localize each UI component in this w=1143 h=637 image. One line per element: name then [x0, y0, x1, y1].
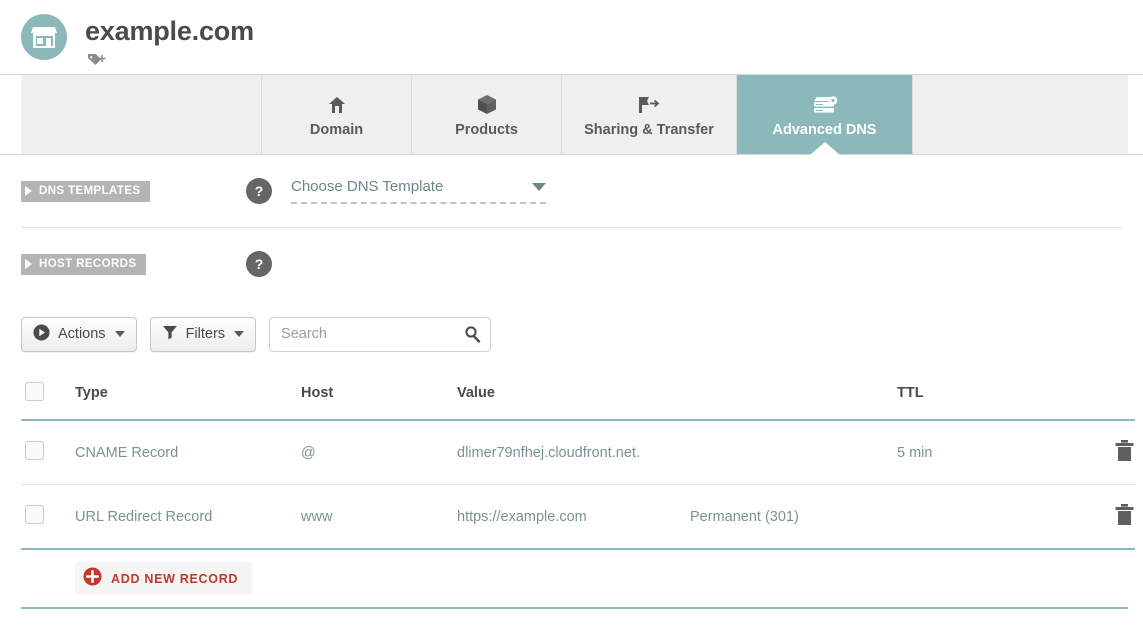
tab-label: Products — [455, 121, 518, 138]
host-records-ribbon: HOST RECORDS — [21, 253, 147, 275]
dns-templates-row: DNS TEMPLATES ? Choose DNS Template — [21, 155, 1122, 227]
play-circle-icon — [33, 324, 50, 345]
host-records-help-slot: ? — [246, 251, 291, 277]
dns-templates-ribbon-slot: DNS TEMPLATES — [21, 180, 246, 202]
column-header-ttl: TTL — [897, 385, 924, 401]
column-header-type: Type — [75, 385, 108, 401]
table-body: CNAME Record @ dlimer79nfhej.cloudfront.… — [21, 420, 1135, 550]
dns-template-select[interactable]: Choose DNS Template — [291, 178, 546, 204]
share-arrow-icon — [636, 92, 662, 118]
page-title: example.com — [85, 16, 254, 46]
cell-extra: Permanent (301) — [690, 484, 897, 550]
delete-record-button[interactable] — [1082, 420, 1135, 485]
page-header: example.com — [0, 0, 1143, 74]
tab-strip: Domain Products Sharing & Transfer Advan… — [21, 75, 1128, 155]
add-new-record-button[interactable]: ADD NEW RECORD — [75, 562, 253, 595]
cell-ttl: 5 min — [897, 420, 1082, 485]
table-header-row: Type Host Value TTL — [21, 367, 1135, 420]
column-header-extra — [690, 367, 897, 420]
delete-record-button[interactable] — [1082, 484, 1135, 550]
tabbar-right-pad — [1128, 75, 1143, 154]
domain-title-block: example.com — [85, 12, 254, 69]
add-record-row: ADD NEW RECORD — [21, 550, 1128, 609]
tab-products[interactable]: Products — [412, 75, 562, 154]
select-all-checkbox[interactable] — [25, 381, 44, 401]
tab-label: Sharing & Transfer — [584, 121, 714, 138]
table-row[interactable]: CNAME Record @ dlimer79nfhej.cloudfront.… — [21, 420, 1135, 485]
search-box[interactable] — [269, 316, 492, 352]
records-toolbar: Actions Filters — [0, 307, 1143, 361]
tab-label: Domain — [309, 121, 364, 138]
row-select-cell — [21, 484, 75, 550]
column-header-value: Value — [457, 385, 495, 401]
chevron-down-icon — [234, 331, 245, 337]
cell-host: www — [301, 484, 457, 550]
column-header-host: Host — [301, 385, 334, 401]
cell-extra — [690, 420, 897, 485]
host-records-help-icon[interactable]: ? — [246, 251, 272, 277]
chevron-down-icon — [532, 182, 546, 191]
cell-value: dlimer79nfhej.cloudfront.net. — [457, 420, 690, 485]
actions-button[interactable]: Actions — [21, 316, 137, 352]
cell-type: URL Redirect Record — [75, 484, 301, 550]
dns-template-select-value: Choose DNS Template — [291, 178, 444, 195]
active-tab-notch — [809, 142, 840, 155]
box-icon — [476, 92, 498, 118]
host-records-table-wrap: Type Host Value TTL CNAME Record @ dlime… — [0, 367, 1143, 550]
cell-value: https://example.com — [457, 484, 690, 550]
tab-domain[interactable]: Domain — [262, 75, 412, 154]
column-header-actions — [1082, 367, 1135, 420]
chevron-down-icon — [114, 331, 125, 337]
host-records-table: Type Host Value TTL CNAME Record @ dlime… — [21, 367, 1135, 550]
table-row[interactable]: URL Redirect Record www https://example.… — [21, 484, 1135, 550]
add-new-record-label: ADD NEW RECORD — [111, 571, 239, 586]
dns-templates-section: DNS TEMPLATES ? Choose DNS Template — [0, 155, 1143, 227]
row-checkbox[interactable] — [25, 505, 44, 524]
filters-button-label: Filters — [185, 326, 226, 342]
tabbar-left-pad — [0, 75, 21, 154]
add-record-wrap: ADD NEW RECORD — [0, 550, 1143, 609]
plus-circle-icon — [83, 567, 102, 591]
tab-sharing-transfer[interactable]: Sharing & Transfer — [562, 75, 737, 154]
dns-templates-help-slot: ? — [246, 178, 291, 204]
actions-button-label: Actions — [58, 326, 106, 342]
server-gear-icon — [811, 92, 839, 118]
dns-templates-ribbon: DNS TEMPLATES — [21, 180, 151, 202]
table-head: Type Host Value TTL — [21, 367, 1135, 420]
cell-host: @ — [301, 420, 457, 485]
home-icon — [326, 92, 348, 118]
search-input[interactable] — [270, 317, 491, 351]
dns-templates-help-icon[interactable]: ? — [246, 178, 272, 204]
tab-spacer-left — [21, 75, 262, 154]
host-records-ribbon-slot: HOST RECORDS — [21, 253, 246, 275]
row-checkbox[interactable] — [25, 441, 44, 460]
cell-ttl — [897, 484, 1082, 550]
tab-advanced-dns[interactable]: Advanced DNS — [737, 75, 912, 155]
search-icon[interactable] — [464, 326, 481, 343]
domain-logo-icon — [21, 14, 67, 60]
host-records-row: HOST RECORDS ? — [21, 228, 1122, 300]
row-select-cell — [21, 420, 75, 485]
main-tabbar: Domain Products Sharing & Transfer Advan… — [0, 74, 1143, 155]
cell-type: CNAME Record — [75, 420, 301, 485]
funnel-icon — [162, 324, 178, 344]
tab-label: Advanced DNS — [772, 121, 877, 138]
select-all-cell — [21, 367, 75, 420]
filters-button[interactable]: Filters — [149, 316, 257, 352]
tag-plus-icon[interactable] — [87, 51, 254, 69]
host-records-section: HOST RECORDS ? — [0, 228, 1143, 300]
tab-spacer-right — [912, 75, 1128, 154]
